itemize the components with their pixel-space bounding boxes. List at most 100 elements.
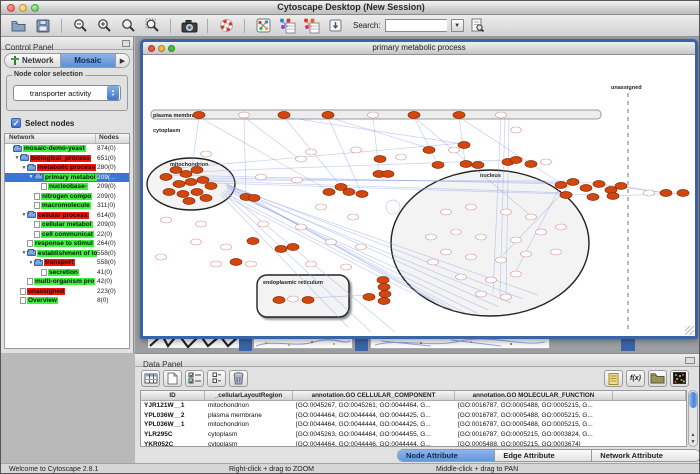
network-node[interactable] bbox=[456, 274, 467, 280]
network-node[interactable] bbox=[161, 217, 172, 223]
network-node-selected[interactable] bbox=[205, 183, 217, 190]
tree-row[interactable]: unassigned223(0) bbox=[5, 287, 129, 297]
network-node[interactable] bbox=[486, 277, 497, 283]
import-network-button[interactable] bbox=[325, 17, 345, 35]
zoom-fit-button[interactable] bbox=[142, 17, 162, 35]
tree-row[interactable]: multi-organism pro42(0) bbox=[5, 277, 129, 287]
network-node-selected[interactable] bbox=[160, 174, 172, 181]
network-node[interactable] bbox=[288, 296, 299, 302]
tree-col-nodes[interactable]: Nodes bbox=[96, 134, 129, 143]
network-node[interactable] bbox=[356, 244, 367, 250]
snapshot-button[interactable] bbox=[179, 17, 199, 35]
network-node[interactable] bbox=[511, 271, 522, 277]
browser-tab-network[interactable]: Network Attribute Browser bbox=[592, 450, 700, 461]
table-column-header[interactable]: _cellularLayoutRegion bbox=[205, 391, 293, 400]
node-color-dropdown[interactable]: transporter activity ▲▼ bbox=[13, 85, 121, 101]
network-node[interactable] bbox=[441, 209, 452, 215]
network-node-selected[interactable] bbox=[163, 189, 175, 196]
network-node[interactable] bbox=[476, 234, 487, 240]
network-node-selected[interactable] bbox=[323, 189, 335, 196]
network-node-selected[interactable] bbox=[472, 162, 484, 169]
tree-row[interactable]: nitrogen compo209(0) bbox=[5, 192, 129, 202]
table-column-header[interactable]: annotation.GO MOLECULAR_FUNCTION bbox=[455, 391, 613, 400]
network-node-selected[interactable] bbox=[453, 112, 465, 119]
network-node-selected[interactable] bbox=[173, 181, 185, 188]
network-node[interactable] bbox=[511, 237, 522, 243]
network-node-selected[interactable] bbox=[677, 190, 689, 197]
browser-tab-node[interactable]: Node Attribute Browser bbox=[398, 450, 495, 461]
network-node[interactable] bbox=[316, 204, 327, 210]
tree-row[interactable]: ▼biological_process651(0) bbox=[5, 154, 129, 164]
network-node-selected[interactable] bbox=[185, 179, 197, 186]
network-node[interactable] bbox=[368, 112, 379, 118]
network-node[interactable] bbox=[306, 261, 317, 267]
help-button[interactable] bbox=[216, 17, 236, 35]
network-node[interactable] bbox=[211, 261, 222, 267]
table-row[interactable]: YPL036W__1mitochondrion[GO:0044464, GO:0… bbox=[141, 420, 686, 430]
network-node-selected[interactable] bbox=[525, 161, 537, 168]
network-node-selected[interactable] bbox=[587, 194, 599, 201]
import-attributes-button[interactable] bbox=[648, 370, 667, 387]
network-node-selected[interactable] bbox=[200, 195, 212, 202]
network-node-selected[interactable] bbox=[191, 167, 203, 174]
network-node[interactable] bbox=[449, 147, 460, 153]
network-node[interactable] bbox=[426, 234, 437, 240]
network-node[interactable] bbox=[191, 239, 202, 245]
table-scrollbar[interactable]: ▲ ▼ bbox=[688, 390, 698, 447]
tree-row[interactable]: macromolecule311(0) bbox=[5, 201, 129, 211]
float-panel-icon[interactable] bbox=[122, 40, 130, 47]
delete-attribute-button[interactable] bbox=[229, 370, 248, 387]
attribute-matrix-button[interactable] bbox=[670, 370, 689, 387]
network-node[interactable] bbox=[246, 261, 257, 267]
network-node-selected[interactable] bbox=[302, 297, 314, 304]
tab-network[interactable]: Network bbox=[5, 54, 61, 67]
network-node-selected[interactable] bbox=[374, 156, 386, 163]
table-column-header[interactable]: annotation.GO CELLULAR_COMPONENT bbox=[293, 391, 455, 400]
network-node-selected[interactable] bbox=[356, 191, 368, 198]
tree-row[interactable]: ▼metabolic process280(0) bbox=[5, 163, 129, 173]
scroll-up-icon[interactable]: ▲ bbox=[689, 432, 697, 438]
network-node[interactable] bbox=[551, 249, 562, 255]
network-node[interactable] bbox=[541, 159, 552, 165]
network-node-selected[interactable] bbox=[180, 171, 192, 178]
network-node-selected[interactable] bbox=[660, 190, 672, 197]
network-node[interactable] bbox=[156, 254, 167, 260]
network-node[interactable] bbox=[501, 209, 512, 215]
search-config-button[interactable] bbox=[468, 17, 488, 35]
network-node-selected[interactable] bbox=[278, 112, 290, 119]
attribute-list-button[interactable] bbox=[207, 370, 226, 387]
network-node-selected[interactable] bbox=[177, 191, 189, 198]
network-node-selected[interactable] bbox=[287, 244, 299, 251]
network-node-selected[interactable] bbox=[248, 195, 260, 202]
tab-overflow-arrow-icon[interactable]: ▶ bbox=[116, 54, 129, 67]
network-node-selected[interactable] bbox=[615, 183, 627, 190]
network-node[interactable] bbox=[256, 174, 267, 180]
network-node[interactable] bbox=[526, 214, 537, 220]
network-node-selected[interactable] bbox=[363, 294, 375, 301]
network-node[interactable] bbox=[351, 147, 362, 153]
network-node[interactable] bbox=[451, 229, 462, 235]
network-node-selected[interactable] bbox=[322, 112, 334, 119]
save-button[interactable] bbox=[33, 17, 53, 35]
network-node-selected[interactable] bbox=[458, 142, 470, 149]
window-titlebar[interactable]: Cytoscape Desktop (New Session) bbox=[1, 1, 700, 15]
notepad-button[interactable] bbox=[604, 370, 623, 387]
network-window-titlebar[interactable]: primary metabolic process bbox=[143, 42, 695, 55]
table-row[interactable]: YLR295Ccytoplasm[GO:0045263, GO:0044464,… bbox=[141, 430, 686, 440]
search-input[interactable] bbox=[385, 19, 447, 32]
network-node[interactable] bbox=[428, 259, 439, 265]
network-node[interactable] bbox=[496, 112, 507, 118]
network-node-selected[interactable] bbox=[378, 298, 390, 305]
scroll-down-icon[interactable]: ▼ bbox=[689, 439, 697, 445]
open-file-button[interactable] bbox=[9, 17, 29, 35]
scrollbar-thumb[interactable] bbox=[689, 392, 697, 408]
table-row[interactable]: YKR052Ccytoplasm[GO:0044464, GO:0044446,… bbox=[141, 440, 686, 447]
network-node[interactable] bbox=[496, 257, 507, 263]
network-node[interactable] bbox=[396, 154, 407, 160]
network-node-selected[interactable] bbox=[382, 171, 394, 178]
network-node[interactable] bbox=[476, 291, 487, 297]
network-node-selected[interactable] bbox=[247, 238, 259, 245]
tree-col-network[interactable]: Network bbox=[5, 134, 96, 143]
network-node-selected[interactable] bbox=[378, 284, 390, 291]
network-node[interactable] bbox=[196, 221, 207, 227]
